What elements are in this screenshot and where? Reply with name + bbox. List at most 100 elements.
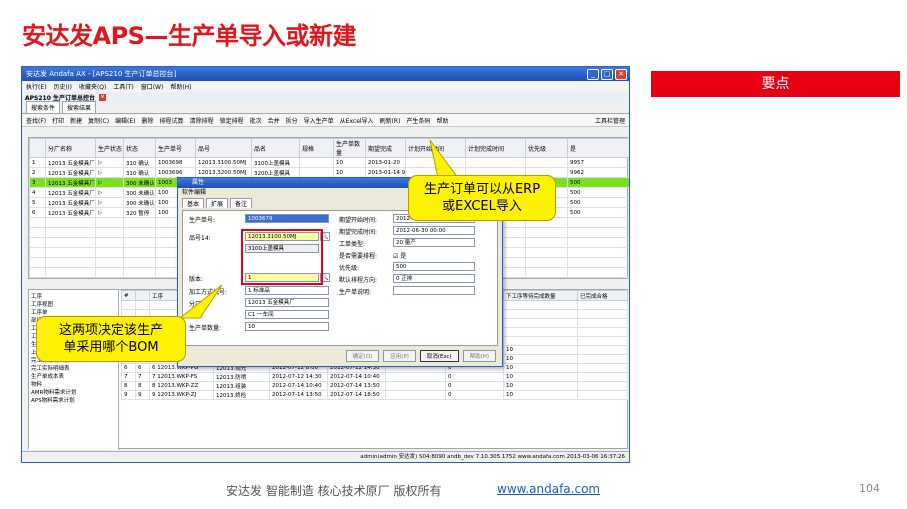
- new-button[interactable]: 新建: [70, 116, 82, 125]
- schedule-trial-button[interactable]: 排程试算: [160, 116, 184, 125]
- edit-button[interactable]: 编辑(E): [115, 116, 135, 125]
- tree-item[interactable]: 工序单: [31, 308, 116, 316]
- grid-header-cell[interactable]: 计划开始时间: [405, 138, 466, 158]
- tree-item[interactable]: AMR物料需求计划: [31, 388, 116, 396]
- menu-favorites[interactable]: 收藏夹(Q): [79, 82, 106, 91]
- ops-header-cell[interactable]: [135, 290, 150, 301]
- menu-window[interactable]: 窗口(W): [141, 82, 164, 91]
- table-cell: 8: [121, 381, 136, 391]
- table-cell: 2013-01-20: [365, 157, 406, 168]
- dialog-tab-extend[interactable]: 扩展: [206, 198, 229, 208]
- print-button[interactable]: 打印: [52, 116, 64, 125]
- minimize-icon[interactable]: _: [587, 68, 599, 80]
- dialog-tab-basic[interactable]: 基本: [182, 198, 205, 208]
- process-code-select[interactable]: 1 标准品: [245, 286, 329, 295]
- table-cell: 12013 五金模具厂: [45, 177, 96, 188]
- ops-header-cell[interactable]: #: [121, 290, 136, 301]
- table-cell: 8: [135, 381, 150, 391]
- qty-label: 生产单数量:: [189, 325, 222, 332]
- find-button[interactable]: 查找(F): [26, 116, 46, 125]
- ops-header-cell[interactable]: 下工序等待完成数量: [503, 290, 578, 301]
- dialog-help-button[interactable]: 帮助(H): [462, 350, 496, 362]
- clear-schedule-button[interactable]: 清除排程: [190, 116, 214, 125]
- type-select[interactable]: 20 量产: [393, 238, 475, 247]
- table-cell: 8 12013.WKP-ZZ: [149, 381, 214, 391]
- table-cell: [29, 267, 46, 278]
- toolbar-manage-button[interactable]: 工具栏管理: [595, 116, 625, 125]
- grid-header-cell[interactable]: 优先级: [525, 138, 568, 158]
- ok-button[interactable]: 确定(O): [345, 350, 380, 362]
- grid-header-cell[interactable]: 期望完成: [365, 138, 406, 158]
- default-direction-select[interactable]: 0 正排: [393, 274, 475, 283]
- table-row[interactable]: 1 12013 五金模具厂 ▷ 310 确认 1003698 12013.3100.50M…: [29, 157, 629, 168]
- grid-header-cell[interactable]: 规格: [299, 138, 334, 158]
- lock-schedule-button[interactable]: 锁定排程: [220, 116, 244, 125]
- description-input[interactable]: [393, 286, 475, 295]
- need-schedule-checkbox[interactable]: ☑ 是: [393, 251, 406, 260]
- cancel-button[interactable]: 取消(Esc): [419, 350, 459, 362]
- tab-search-conditions[interactable]: 搜索条件: [26, 101, 61, 113]
- close-icon[interactable]: ✕: [615, 68, 627, 80]
- table-cell: ▷: [95, 197, 124, 208]
- tree-item[interactable]: 物料: [31, 380, 116, 388]
- delete-button[interactable]: 删除: [142, 116, 154, 125]
- merge-button[interactable]: 合并: [268, 116, 280, 125]
- grid-header-cell[interactable]: 分厂名称: [45, 138, 96, 158]
- grid-header-cell[interactable]: 是: [567, 138, 629, 158]
- refresh-button[interactable]: 刷新(R): [380, 116, 401, 125]
- priority-input[interactable]: 500: [393, 262, 475, 271]
- grid-header-cell[interactable]: 品名: [251, 138, 300, 158]
- footer-website-link[interactable]: www.andafa.com: [497, 482, 600, 496]
- table-cell: [567, 217, 629, 228]
- table-cell: [45, 237, 96, 248]
- tree-item[interactable]: 工序视图: [31, 300, 116, 308]
- tab-search-results[interactable]: 搜索结果: [62, 101, 97, 113]
- tree-item[interactable]: APS物料需求计划: [31, 396, 116, 404]
- grid-header-cell[interactable]: [29, 138, 46, 158]
- table-cell: 9: [121, 390, 136, 400]
- table-cell: 3200上盖模具: [251, 167, 300, 178]
- grid-header-cell[interactable]: 状态: [123, 138, 156, 158]
- table-cell: 10: [503, 381, 578, 391]
- tree-item[interactable]: 完工实际明细表: [31, 364, 116, 372]
- order-no-input[interactable]: 1003679: [245, 214, 329, 223]
- tree-item[interactable]: 生产单成本表: [31, 372, 116, 380]
- table-cell: [577, 381, 628, 391]
- grid-header-cell[interactable]: 生产单数量: [333, 138, 366, 158]
- table-cell: 300 未确认: [123, 197, 156, 208]
- menu-execute[interactable]: 执行(E): [26, 82, 46, 91]
- import-excel-button[interactable]: 从Excel导入: [340, 116, 374, 125]
- close-doc-icon[interactable]: ×: [98, 94, 106, 101]
- table-row[interactable]: 777 12013.WKP-FS 12013.防喷 2012-07-12 14:30…: [121, 372, 628, 382]
- barcode-button[interactable]: 产生条码: [406, 116, 430, 125]
- split-button[interactable]: 拆分: [286, 116, 298, 125]
- end-input[interactable]: 2012-06-30 00:00: [393, 226, 475, 235]
- help-button[interactable]: 帮助: [436, 116, 448, 125]
- qty-input[interactable]: 10: [245, 322, 329, 331]
- tree-item[interactable]: 工序: [31, 292, 116, 300]
- grid-header-cell[interactable]: 品号: [195, 138, 252, 158]
- menu-history[interactable]: 历史(I): [53, 82, 71, 91]
- grid-header-cell[interactable]: 生产状态: [95, 138, 124, 158]
- workshop-select[interactable]: C1 一车间: [245, 310, 329, 319]
- table-cell: 300 未确认: [123, 177, 156, 188]
- table-row[interactable]: 999 12013.WKP-ZJ 12013.终检 2012-07-14 13:50…: [121, 390, 628, 400]
- dialog-tab-notes[interactable]: 备注: [230, 198, 253, 208]
- import-order-button[interactable]: 导入生产单: [304, 116, 334, 125]
- table-row[interactable]: 888 12013.WKP-ZZ 12013.组装 2012-07-14 10:40…: [121, 381, 628, 391]
- copy-button[interactable]: 复制(C): [88, 116, 109, 125]
- factory-select[interactable]: 12013 五金模具厂: [245, 298, 329, 307]
- batch-button[interactable]: 批次: [250, 116, 262, 125]
- grid-header-cell[interactable]: 计划完成时间: [465, 138, 526, 158]
- dialog-body: 生产单号: 1003679 品号14: 12013.3100.50MJ 🔍 31…: [182, 210, 498, 346]
- table-cell: 4: [29, 187, 46, 198]
- menu-tools[interactable]: 工具(T): [113, 82, 133, 91]
- table-cell: [503, 336, 578, 346]
- menu-help[interactable]: 帮助(H): [170, 82, 191, 91]
- maximize-icon[interactable]: □: [601, 68, 613, 80]
- table-cell: 9: [135, 390, 150, 400]
- grid-header-cell[interactable]: 生产单号: [155, 138, 196, 158]
- table-cell: [95, 227, 124, 238]
- ops-header-cell[interactable]: 已完成合格: [577, 290, 628, 301]
- apply-button[interactable]: 应用(P): [383, 350, 416, 362]
